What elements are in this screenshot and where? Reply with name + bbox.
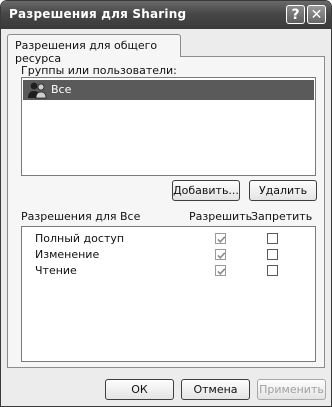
users-list[interactable]: Все: [21, 77, 316, 176]
permission-name: Чтение: [35, 264, 77, 277]
check-icon: [217, 268, 226, 275]
ok-button[interactable]: ОК: [105, 379, 174, 400]
check-icon: [217, 252, 226, 259]
permission-name: Изменение: [35, 248, 100, 261]
tab-share-permissions[interactable]: Разрешения для общего ресурса: [7, 34, 181, 65]
permission-row-change: Изменение: [22, 247, 315, 263]
deny-change-checkbox[interactable]: [267, 249, 278, 260]
deny-full-control-checkbox[interactable]: [267, 233, 278, 244]
permissions-header-label: Разрешения для Все: [21, 210, 141, 223]
check-icon: [217, 236, 226, 243]
allow-full-control-checkbox[interactable]: [215, 233, 226, 244]
permissions-dialog: Разрешения для Sharing ? ✕ Разрешения дл…: [0, 0, 332, 407]
allow-read-checkbox[interactable]: [215, 265, 226, 276]
title-bar[interactable]: Разрешения для Sharing ? ✕: [1, 1, 331, 29]
permission-row-read: Чтение: [22, 263, 315, 279]
window-title: Разрешения для Sharing: [9, 7, 187, 21]
list-item-label: Все: [51, 83, 72, 96]
groups-label: Группы или пользователи:: [21, 64, 177, 77]
deny-column-label: Запретить: [251, 210, 313, 223]
close-button[interactable]: ✕: [307, 5, 326, 24]
remove-button[interactable]: Удалить: [249, 180, 317, 201]
users-group-icon: [28, 82, 47, 99]
cancel-button[interactable]: Отмена: [181, 379, 250, 400]
permission-row-full-control: Полный доступ: [22, 231, 315, 247]
list-item-everyone[interactable]: Все: [23, 80, 314, 100]
permissions-list: Полный доступ Изменение Чтение: [21, 226, 316, 362]
deny-read-checkbox[interactable]: [267, 265, 278, 276]
help-button[interactable]: ?: [286, 5, 305, 24]
permission-name: Полный доступ: [35, 232, 125, 245]
allow-change-checkbox[interactable]: [215, 249, 226, 260]
allow-column-label: Разрешить: [189, 210, 253, 223]
apply-button[interactable]: Применить: [257, 379, 326, 400]
tab-label: Разрешения для общего ресурса: [15, 39, 158, 65]
add-button[interactable]: Добавить...: [172, 180, 240, 201]
